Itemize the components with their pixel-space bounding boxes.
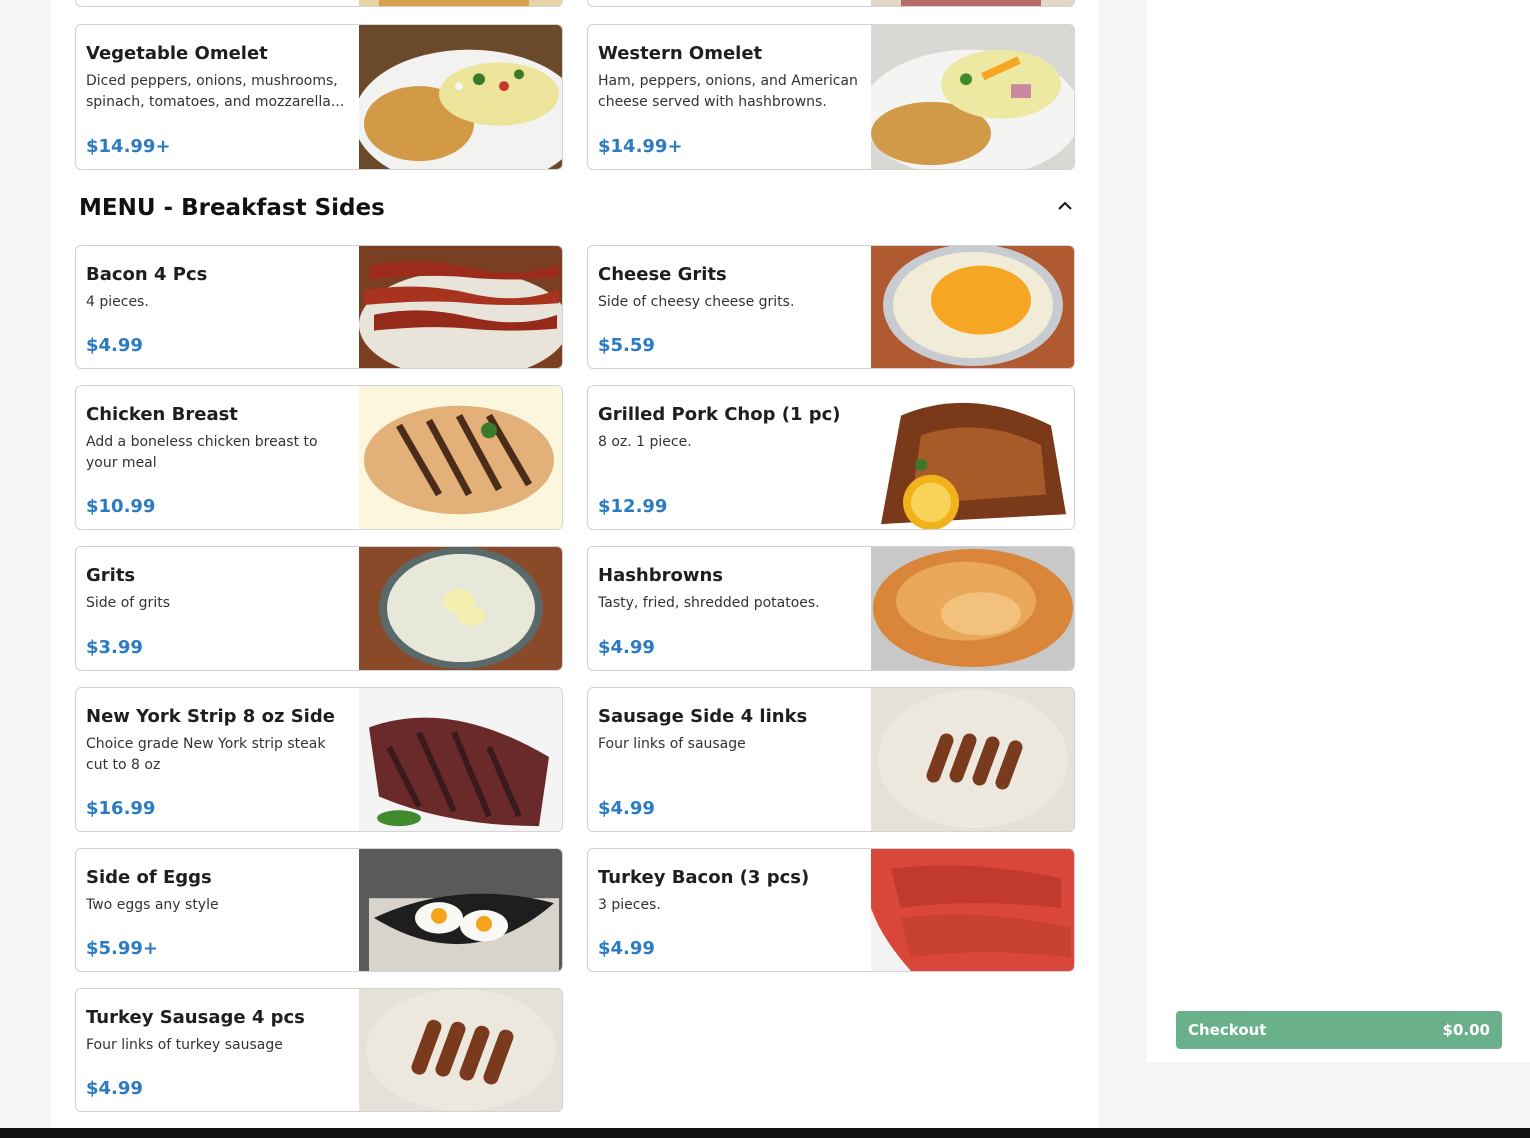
checkout-total: $0.00	[1442, 1021, 1490, 1039]
partial-card-photo	[871, 0, 1074, 6]
chevron-up-icon[interactable]	[1055, 195, 1075, 215]
hashbrowns-photo	[871, 547, 1074, 670]
item-description: 3 pieces.	[598, 897, 661, 913]
item-name: Chicken Breast	[86, 404, 238, 425]
pork-chop-photo	[871, 386, 1074, 529]
chicken-breast-photo	[359, 386, 562, 529]
menu-item-card[interactable]: Cheese Grits Side of cheesy cheese grits…	[587, 245, 1075, 369]
item-description: 8 oz. 1 piece.	[598, 434, 692, 450]
sausage-photo	[871, 688, 1074, 831]
item-price: $16.99	[86, 798, 156, 819]
item-price: $14.99+	[86, 136, 171, 157]
item-description: Tasty, fried, shredded potatoes.	[598, 595, 820, 611]
menu-item-card[interactable]: Turkey Bacon (3 pcs) 3 pieces. $4.99	[587, 848, 1075, 972]
item-description: Four links of sausage	[598, 736, 746, 752]
item-name: Side of Eggs	[86, 867, 212, 888]
checkout-button[interactable]: Checkout $0.00	[1176, 1011, 1502, 1049]
menu-item-card[interactable]: Western Omelet Ham, peppers, onions, and…	[587, 24, 1075, 170]
item-description: Choice grade New York strip steak cut to…	[86, 736, 326, 773]
item-description: Two eggs any style	[86, 897, 219, 913]
menu-item-card[interactable]: Turkey Sausage 4 pcs Four links of turke…	[75, 988, 563, 1112]
menu-item-card[interactable]: Hashbrowns Tasty, fried, shredded potato…	[587, 546, 1075, 671]
item-price: $4.99	[598, 637, 655, 658]
item-price: $14.99+	[598, 136, 683, 157]
bottom-bar	[0, 1128, 1530, 1138]
item-price: $4.99	[86, 1078, 143, 1099]
item-description: Side of grits	[86, 595, 170, 611]
item-description: Diced peppers, onions, mushrooms, spinac…	[86, 73, 345, 110]
item-description: Add a boneless chicken breast to your me…	[86, 434, 318, 471]
turkey-bacon-photo	[871, 849, 1074, 971]
cart-panel	[1147, 0, 1530, 1062]
vegetable-omelet-photo	[359, 25, 562, 169]
section-title: MENU - Breakfast Sides	[79, 195, 385, 221]
menu-item-card[interactable]: Sausage Side 4 links Four links of sausa…	[587, 687, 1075, 832]
partial-card[interactable]	[75, 0, 563, 7]
item-name: Vegetable Omelet	[86, 43, 268, 64]
item-name: New York Strip 8 oz Side	[86, 706, 335, 727]
item-price: $4.99	[598, 798, 655, 819]
item-name: Cheese Grits	[598, 264, 727, 285]
item-description: Ham, peppers, onions, and American chees…	[598, 73, 858, 110]
menu-item-card[interactable]: Vegetable Omelet Diced peppers, onions, …	[75, 24, 563, 170]
item-price: $4.99	[86, 335, 143, 356]
menu-item-card[interactable]: Grits Side of grits $3.99	[75, 546, 563, 671]
item-name: Grilled Pork Chop (1 pc)	[598, 404, 841, 425]
menu-item-card[interactable]: New York Strip 8 oz Side Choice grade Ne…	[75, 687, 563, 832]
partial-card-photo	[359, 0, 562, 6]
bacon-photo	[359, 246, 562, 368]
item-price: $5.99+	[86, 938, 159, 959]
western-omelet-photo	[871, 25, 1074, 169]
grits-photo	[359, 547, 562, 670]
item-description: 4 pieces.	[86, 294, 149, 310]
item-name: Western Omelet	[598, 43, 763, 64]
item-description: Side of cheesy cheese grits.	[598, 294, 795, 310]
menu-item-card[interactable]: Bacon 4 Pcs 4 pieces. $4.99	[75, 245, 563, 369]
item-name: Grits	[86, 565, 136, 586]
turkey-sausage-photo	[359, 989, 562, 1111]
item-name: Turkey Bacon (3 pcs)	[598, 867, 810, 888]
partial-card[interactable]	[587, 0, 1075, 7]
item-price: $12.99	[598, 496, 668, 517]
menu-item-card[interactable]: Grilled Pork Chop (1 pc) 8 oz. 1 piece. …	[587, 385, 1075, 530]
menu-item-card[interactable]: Side of Eggs Two eggs any style $5.99+	[75, 848, 563, 972]
item-description: Four links of turkey sausage	[86, 1037, 283, 1053]
item-price: $5.59	[598, 335, 655, 356]
item-name: Sausage Side 4 links	[598, 706, 808, 727]
item-name: Turkey Sausage 4 pcs	[86, 1007, 305, 1028]
checkout-label: Checkout	[1188, 1021, 1267, 1039]
steak-photo	[359, 688, 562, 831]
item-price: $3.99	[86, 637, 143, 658]
eggs-photo	[359, 849, 562, 971]
menu-item-card[interactable]: Chicken Breast Add a boneless chicken br…	[75, 385, 563, 530]
item-name: Hashbrowns	[598, 565, 724, 586]
cheese-grits-photo	[871, 246, 1074, 368]
item-price: $4.99	[598, 938, 655, 959]
item-price: $10.99	[86, 496, 156, 517]
item-name: Bacon 4 Pcs	[86, 264, 208, 285]
